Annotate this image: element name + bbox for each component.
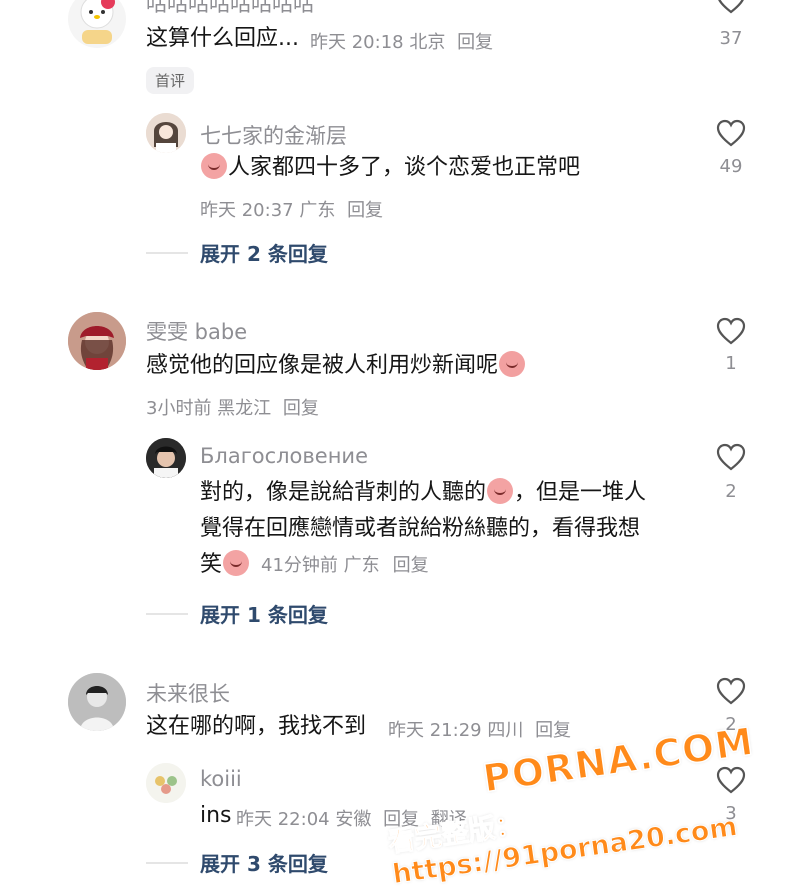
comment-3-time-location: 3小时前 黑龙江	[146, 398, 272, 419]
comment-4-like-button[interactable]	[716, 443, 746, 471]
comment-3-text: 感觉他的回应像是被人利用炒新闻呢	[146, 348, 526, 384]
expand-replies-1[interactable]: 展开 2 条回复	[146, 238, 328, 267]
avatar-comment-2[interactable]	[146, 113, 186, 153]
comment-3-reply-button[interactable]: 回复	[283, 398, 319, 419]
comment-5-time-location: 昨天 21:29 四川	[388, 720, 524, 741]
comment-5-reply-button[interactable]: 回复	[535, 720, 571, 741]
comment-6-username[interactable]: koiii	[200, 767, 242, 791]
comment-5-text: 这在哪的啊，我找不到	[146, 714, 367, 739]
comment-4-time-location: 41分钟前 广东	[261, 555, 380, 576]
divider-line	[146, 612, 188, 615]
heart-outline-icon	[716, 119, 746, 147]
comment-1-like-count: 37	[719, 28, 743, 49]
comment-2-time-location: 昨天 20:37 广东	[200, 200, 336, 221]
crying-emoji-icon	[223, 550, 250, 576]
expand-replies-label[interactable]: 展开 3 条回复	[200, 848, 328, 877]
comment-3-like-button[interactable]	[716, 317, 746, 345]
comment-1-time-location: 昨天 20:18 北京	[310, 32, 446, 53]
heart-outline-icon	[716, 443, 746, 471]
comment-6-text: ins	[200, 803, 232, 828]
divider-line	[146, 861, 188, 864]
comment-1-like-button[interactable]	[716, 0, 746, 14]
comment-2-username[interactable]: 七七家的金渐层	[200, 120, 347, 150]
heart-outline-icon	[718, 0, 744, 14]
heart-outline-icon	[716, 317, 746, 345]
comment-2-text: 人家都四十多了，谈个恋爱也正常吧	[200, 150, 580, 186]
first-comment-badge: 首评	[146, 67, 195, 94]
comment-1-text: 这算什么回应...	[146, 26, 299, 51]
comment-6-time-location: 昨天 22:04 安徽	[236, 809, 372, 830]
comment-4-text: 對的，像是說給背刺的人聽的 ，但是一堆人 覺得在回應戀情或者說給粉絲聽的，看得我想…	[200, 475, 700, 584]
comment-2-meta: 昨天 20:37 广东 回复	[200, 196, 383, 222]
avatar-comment-6[interactable]	[146, 763, 186, 803]
expand-replies-label[interactable]: 展开 1 条回复	[200, 599, 328, 628]
crying-emoji-icon	[201, 153, 227, 179]
comment-3-username[interactable]: 雯雯 babe	[146, 316, 247, 346]
comment-2-reply-button[interactable]: 回复	[347, 200, 383, 221]
pig-emoji-icon	[487, 478, 514, 504]
comment-1-reply-button[interactable]: 回复	[457, 32, 493, 53]
comment-5-meta: 昨天 21:29 四川 回复	[388, 716, 571, 742]
avatar-comment-1[interactable]	[68, 0, 126, 48]
pig-emoji-icon	[499, 351, 526, 377]
comment-5-username[interactable]: 未来很长	[146, 678, 230, 708]
expand-replies-2[interactable]: 展开 1 条回复	[146, 599, 328, 628]
comment-3-text-content: 感觉他的回应像是被人利用炒新闻呢	[146, 353, 499, 378]
comment-1-username[interactable]: 咕咕咕咕咕咕咕咕	[146, 0, 314, 18]
heart-outline-icon	[716, 677, 746, 705]
avatar-comment-4[interactable]	[146, 438, 186, 478]
comment-2-like-count: 49	[719, 156, 743, 177]
comment-1-meta: 昨天 20:18 北京 回复	[310, 28, 493, 54]
comment-4-text-part-3: 笑	[200, 552, 223, 577]
comment-2-text-content: 人家都四十多了，谈个恋爱也正常吧	[228, 155, 581, 180]
comment-4-text-line-1: 對的，像是說給背刺的人聽的 ，但是一堆人	[200, 475, 700, 511]
comment-2-like-button[interactable]	[716, 119, 746, 147]
comment-4-text-part-1: 對的，像是說給背刺的人聽的	[200, 480, 487, 505]
comment-4-text-line-2: 覺得在回應戀情或者說給粉絲聽的，看得我想	[200, 516, 641, 541]
comment-4-text-line-3: 笑 41分钟前 广东 回复	[200, 547, 700, 584]
expand-replies-label[interactable]: 展开 2 条回复	[200, 238, 328, 267]
comment-4-reply-button[interactable]: 回复	[393, 555, 429, 576]
comment-4-text-part-2: ，但是一堆人	[514, 480, 647, 505]
divider-line	[146, 251, 188, 254]
comment-3-meta: 3小时前 黑龙江 回复	[146, 394, 319, 420]
comment-3-like-count: 1	[725, 353, 737, 374]
expand-replies-3[interactable]: 展开 3 条回复	[146, 848, 328, 877]
avatar-comment-3[interactable]	[68, 312, 126, 370]
comment-4-username[interactable]: Благословение	[200, 444, 368, 468]
comment-4-like-count: 2	[725, 481, 737, 502]
avatar-comment-5[interactable]	[68, 673, 126, 731]
comment-5-like-button[interactable]	[716, 677, 746, 705]
